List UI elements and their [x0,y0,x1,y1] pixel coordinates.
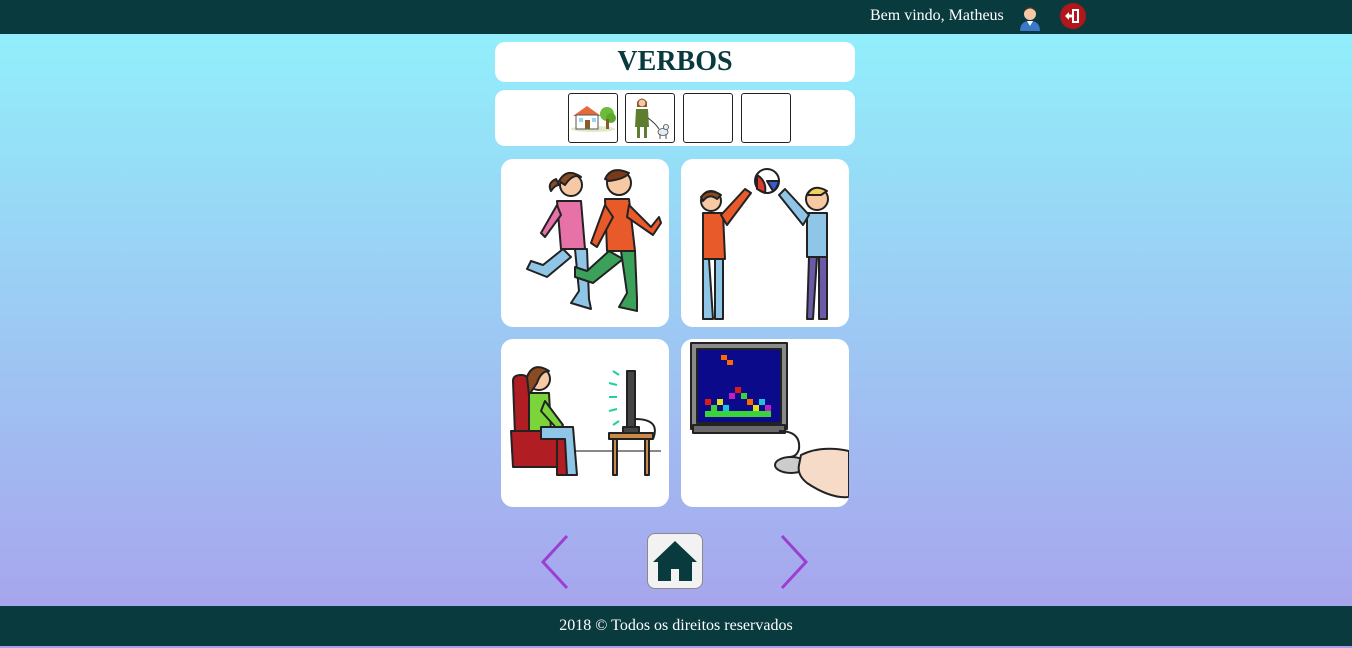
verb-card-watch-tv[interactable] [501,339,669,507]
page-title: VERBOS [617,46,733,77]
watching-tv-icon [510,366,661,476]
woman-with-dog-icon [635,98,670,139]
welcome-text: Bem vindo, Matheus [870,7,1004,24]
sentence-strip [495,90,855,146]
verb-card-run[interactable] [501,159,669,327]
chevron-left-icon[interactable] [539,534,571,590]
sentence-slot-1[interactable] [568,93,618,143]
chevron-right-icon[interactable] [778,534,810,590]
home-button[interactable] [647,533,703,589]
house-icon [571,106,616,132]
verb-card-play-ball[interactable] [681,159,849,327]
home-icon [653,541,697,581]
sentence-slot-3[interactable] [683,93,733,143]
sentence-slot-2[interactable] [625,93,675,143]
playing-ball-icon [700,168,829,320]
verb-card-video-game[interactable] [681,339,849,507]
video-game-icon [690,342,849,499]
title-panel: VERBOS [495,42,855,82]
copyright-text: 2018 © Todos os direitos reservados [559,617,793,634]
running-people-icon [526,169,662,312]
footer: 2018 © Todos os direitos reservados [0,606,1352,646]
top-bar: Bem vindo, Matheus [0,0,1352,34]
exit-door-icon[interactable] [1059,2,1087,30]
user-avatar-icon [1020,7,1040,31]
sentence-slot-4[interactable] [741,93,791,143]
